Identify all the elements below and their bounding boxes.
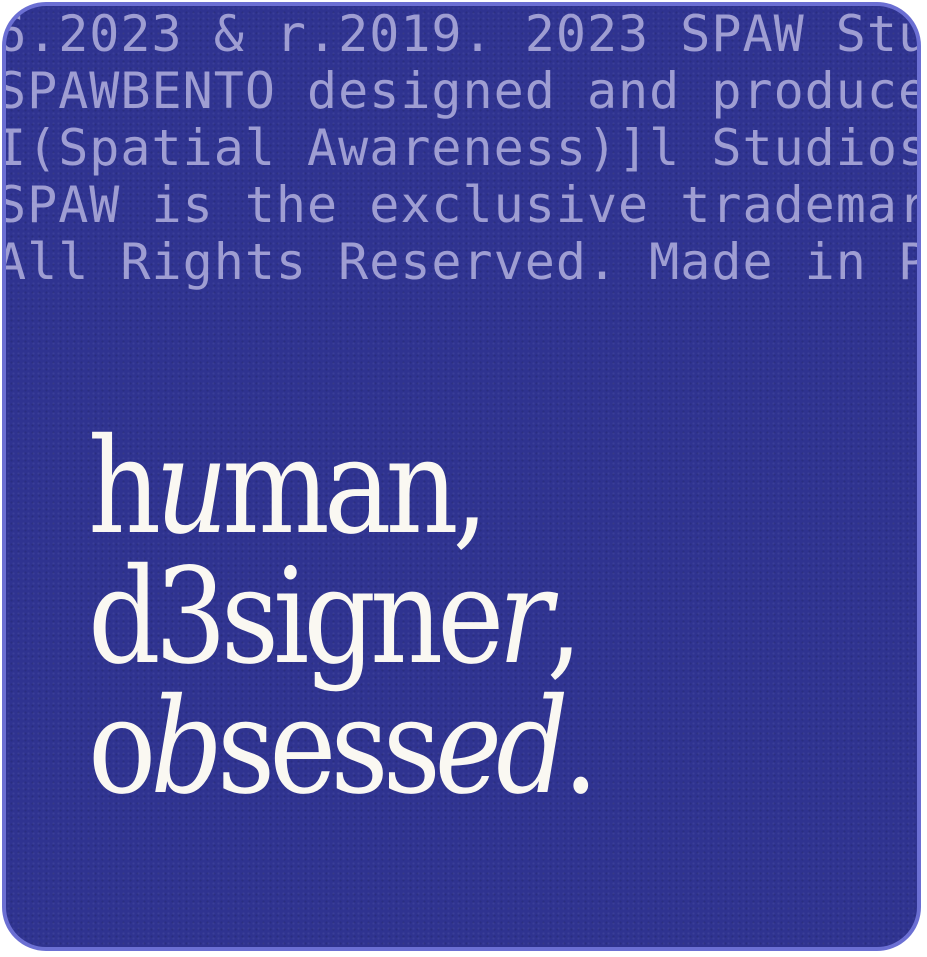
dot-matrix-line: SPAW is the exclusive trademark — [2, 177, 921, 234]
headline-fragment: sess — [216, 670, 441, 824]
headline: human, d3signer, obsessed. — [88, 421, 599, 813]
dot-matrix-line: I(Spatial Awareness)]l Studios I — [2, 120, 921, 177]
brand-card: 6.2023 & r.2019. 2023 SPAW Studi SPAWBEN… — [2, 2, 921, 951]
dot-matrix-line: 6.2023 & r.2019. 2023 SPAW Studi — [2, 6, 921, 63]
headline-fragment: . — [562, 670, 599, 824]
headline-line-obsessed: obsessed. — [88, 681, 599, 813]
headline-italic-fragment: b — [150, 670, 223, 824]
dot-matrix-line: SPAWBENTO designed and produce — [2, 63, 921, 120]
headline-line-designer: d3signer, — [88, 551, 593, 683]
dot-matrix-text-block: 6.2023 & r.2019. 2023 SPAW Studi SPAWBEN… — [2, 6, 921, 291]
headline-italic-fragment: ed — [434, 670, 569, 824]
headline-fragment: o — [88, 670, 156, 824]
dot-matrix-line: All Rights Reserved. Made in Pe — [2, 234, 921, 291]
headline-line-human: human, — [88, 421, 593, 553]
